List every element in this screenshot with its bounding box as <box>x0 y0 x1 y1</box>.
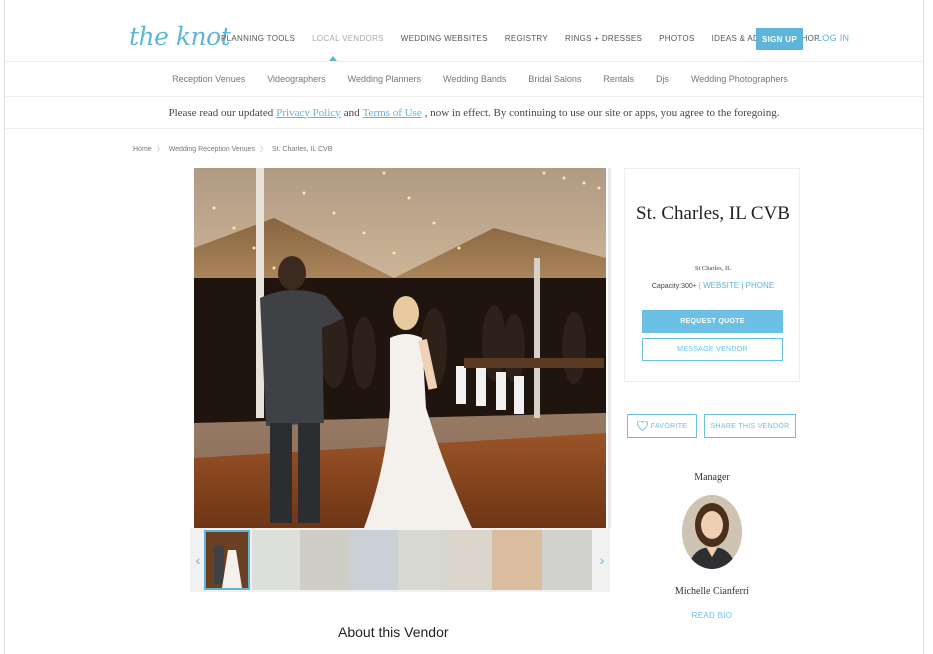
manager-label: Manager <box>694 472 730 483</box>
breadcrumb-separator: 〉 <box>259 146 267 153</box>
favorite-label: FAVORITE <box>650 422 688 430</box>
subnav-wedding-bands[interactable]: Wedding Bands <box>443 74 506 84</box>
nav-local-vendors[interactable]: LOCAL VENDORS <box>312 34 384 43</box>
chevron-left-icon[interactable]: ‹ <box>192 528 204 592</box>
breadcrumb-home[interactable]: Home <box>133 146 152 153</box>
vendor-title: St. Charles, IL CVB <box>636 203 790 224</box>
subnav-reception-venues[interactable]: Reception Venues <box>172 74 245 84</box>
thumbnail[interactable] <box>300 530 350 590</box>
site-logo[interactable]: the knot <box>129 22 231 51</box>
nav-wedding-websites[interactable]: WEDDING WEBSITES <box>401 34 488 43</box>
terms-of-use-link[interactable]: Terms of Use <box>363 107 422 119</box>
thumbnail[interactable] <box>446 530 492 590</box>
subnav-djs[interactable]: Djs <box>656 74 669 84</box>
subnav-wedding-planners[interactable]: Wedding Planners <box>348 74 421 84</box>
breadcrumb-separator: 〉 <box>156 146 164 153</box>
favorite-button[interactable]: FAVORITE <box>627 414 697 438</box>
vendor-info-card: St. Charles, IL CVB St Charles, IL Capac… <box>624 168 800 382</box>
notice-and: and <box>343 106 360 119</box>
notice-prefix: Please read our updated <box>168 106 274 119</box>
vendor-capacity-row: Capacity:300+ | WEBSITE | PHONE <box>651 281 775 290</box>
subnav-rentals[interactable]: Rentals <box>603 74 634 84</box>
nav-photos[interactable]: PHOTOS <box>659 34 694 43</box>
log-in-link[interactable]: LOG IN <box>817 33 849 43</box>
vendor-category-nav: Reception Venues Videographers Wedding P… <box>5 62 925 97</box>
breadcrumb-current: St. Charles, IL CVB <box>271 145 333 153</box>
nav-registry[interactable]: REGISTRY <box>505 34 548 43</box>
phone-link[interactable]: PHONE <box>746 281 774 290</box>
breadcrumb-category[interactable]: Wedding Reception Venues <box>169 146 255 153</box>
notice-suffix: , now in effect. By continuing to use ou… <box>424 106 780 119</box>
sign-up-button[interactable]: SIGN UP <box>756 28 803 50</box>
manager-avatar <box>682 495 742 569</box>
vendor-location: St Charles, IL <box>694 265 732 272</box>
nav-rings-dresses[interactable]: RINGS + DRESSES <box>565 34 642 43</box>
main-nav: PLANNING TOOLS LOCAL VENDORS WEDDING WEB… <box>221 34 837 43</box>
active-nav-indicator <box>329 56 337 61</box>
request-quote-button[interactable]: REQUEST QUOTE <box>642 310 783 333</box>
photo-scrollbar[interactable] <box>608 168 611 528</box>
breadcrumb: Home 〉 Wedding Reception Venues 〉 St. Ch… <box>133 144 332 154</box>
policy-notice: Please read our updated Privacy Policy a… <box>5 97 925 129</box>
manager-name: Michelle Cianferri <box>674 586 750 597</box>
website-link[interactable]: WEBSITE <box>703 281 739 290</box>
subnav-wedding-photographers[interactable]: Wedding Photographers <box>691 74 788 84</box>
vendor-main-photo[interactable] <box>194 168 606 528</box>
thumbnail-strip: ‹ › <box>190 528 610 592</box>
capacity-label: Capacity: <box>651 283 682 290</box>
subnav-videographers[interactable]: Videographers <box>267 74 325 84</box>
thumbnail[interactable] <box>542 530 592 590</box>
message-vendor-button[interactable]: MESSAGE VENDOR <box>642 338 783 361</box>
heart-icon <box>636 421 648 431</box>
thumbnail[interactable] <box>492 530 542 590</box>
subnav-bridal-salons[interactable]: Bridal Salons <box>528 74 581 84</box>
thumbnail[interactable] <box>252 530 300 590</box>
top-nav: the knot PLANNING TOOLS LOCAL VENDORS WE… <box>5 0 925 62</box>
capacity-value: 300+ <box>681 283 697 290</box>
privacy-policy-link[interactable]: Privacy Policy <box>276 107 340 119</box>
chevron-right-icon[interactable]: › <box>596 528 608 592</box>
about-section-title: About this Vendor <box>338 624 449 640</box>
thumbnail[interactable] <box>350 530 398 590</box>
thumbnail[interactable] <box>204 530 250 590</box>
nav-planning-tools[interactable]: PLANNING TOOLS <box>221 34 295 43</box>
thumbnail[interactable] <box>398 530 446 590</box>
read-bio-link[interactable]: READ BIO <box>624 611 800 620</box>
share-vendor-button[interactable]: SHARE THIS VENDOR <box>704 414 796 438</box>
